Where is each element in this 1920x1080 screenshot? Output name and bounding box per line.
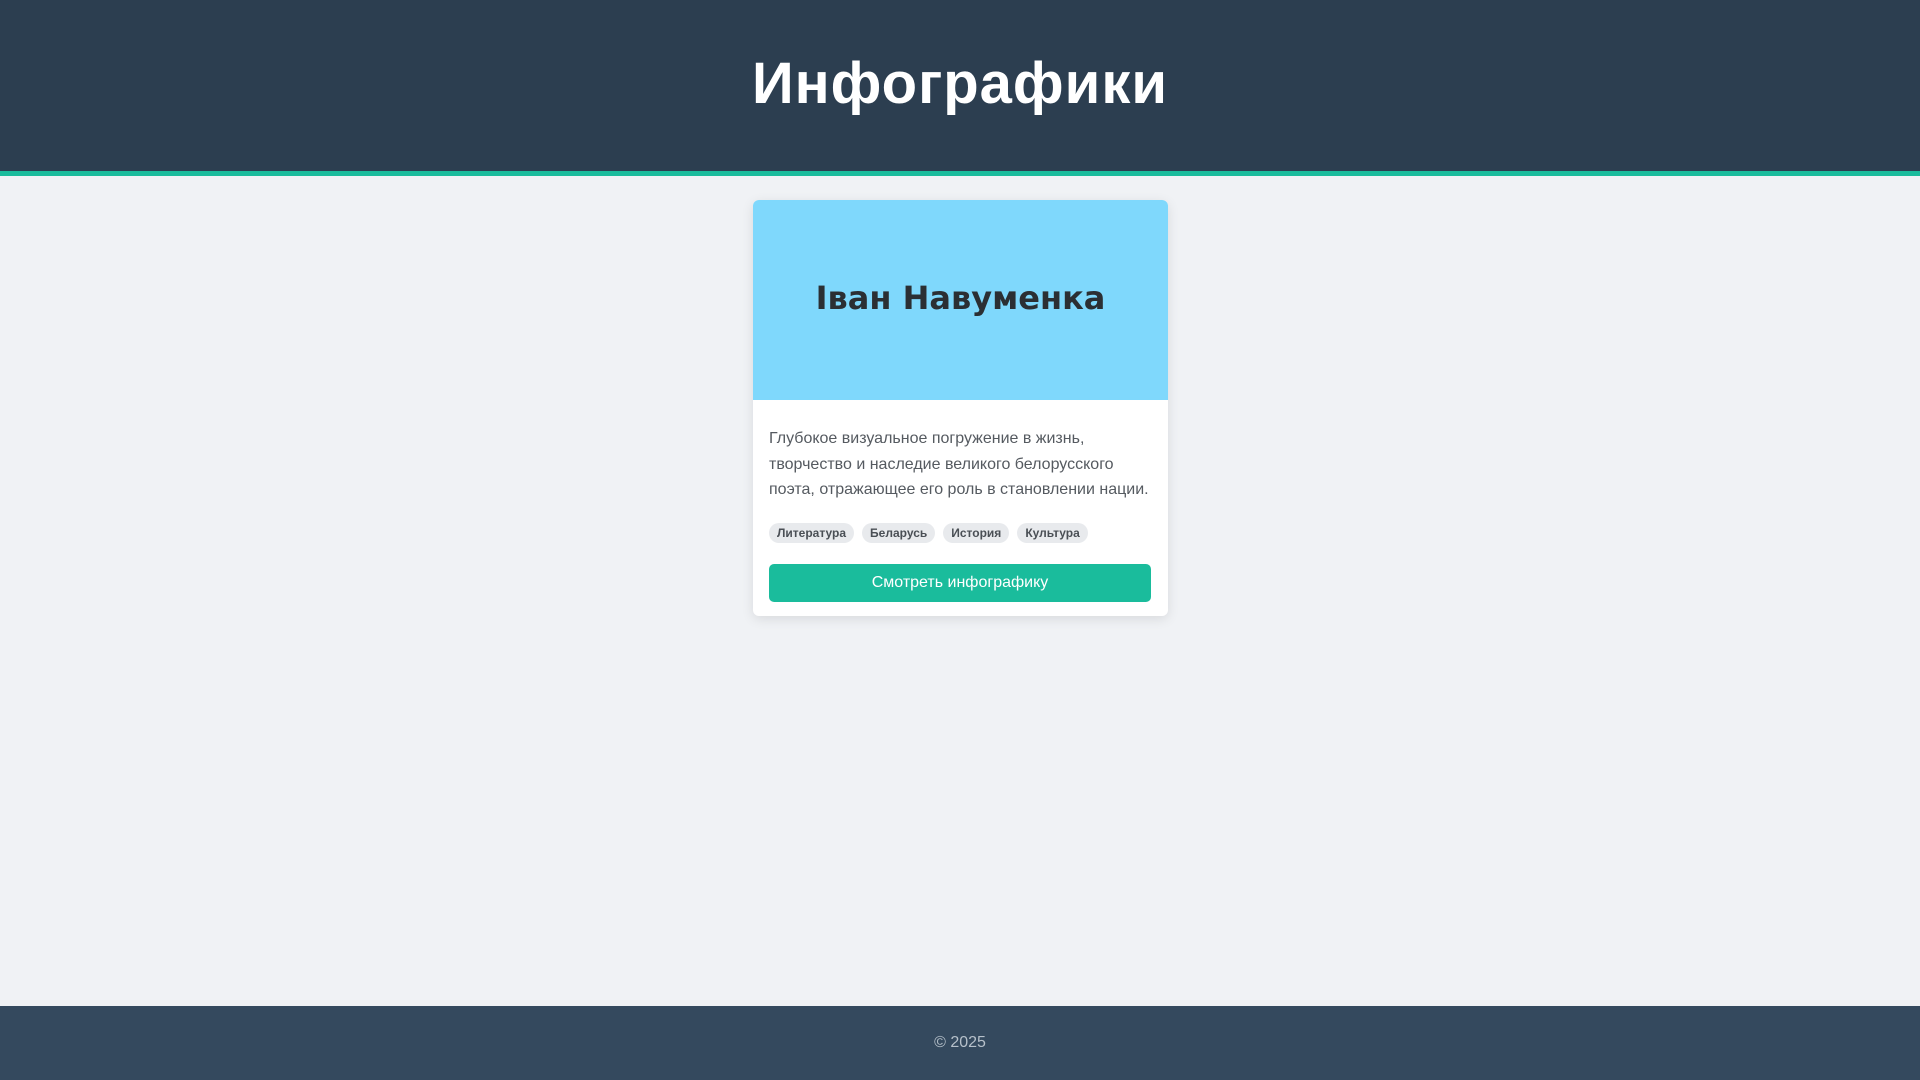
tag-list: Литература Беларусь История Культура [769, 522, 1152, 543]
tag-history: История [943, 522, 1010, 543]
card-body: Глубокое визуальное погружение в жизнь, … [753, 400, 1168, 616]
site-footer: © 2025 [0, 1006, 1920, 1080]
infographic-card[interactable]: Іван Навуменка Глубокое визуальное погру… [753, 200, 1168, 616]
view-infographic-button[interactable]: Смотреть инфографику [769, 563, 1151, 602]
card-banner[interactable]: Іван Навуменка [753, 200, 1168, 400]
tag-culture: Культура [1017, 522, 1088, 543]
page-title: Инфографики [751, 50, 1169, 116]
site-header: Инфографики [0, 0, 1920, 176]
tag-belarus: Беларусь [862, 522, 936, 543]
tag-literature: Литература [769, 522, 855, 543]
page: Инфографики Іван Навуменка Глубокое визу… [0, 0, 1920, 1080]
card-description: Глубокое визуальное погружение в жизнь, … [769, 430, 1149, 498]
card-banner-title: Іван Навуменка [815, 279, 1106, 317]
copyright-text: © 2025 [934, 1034, 986, 1051]
